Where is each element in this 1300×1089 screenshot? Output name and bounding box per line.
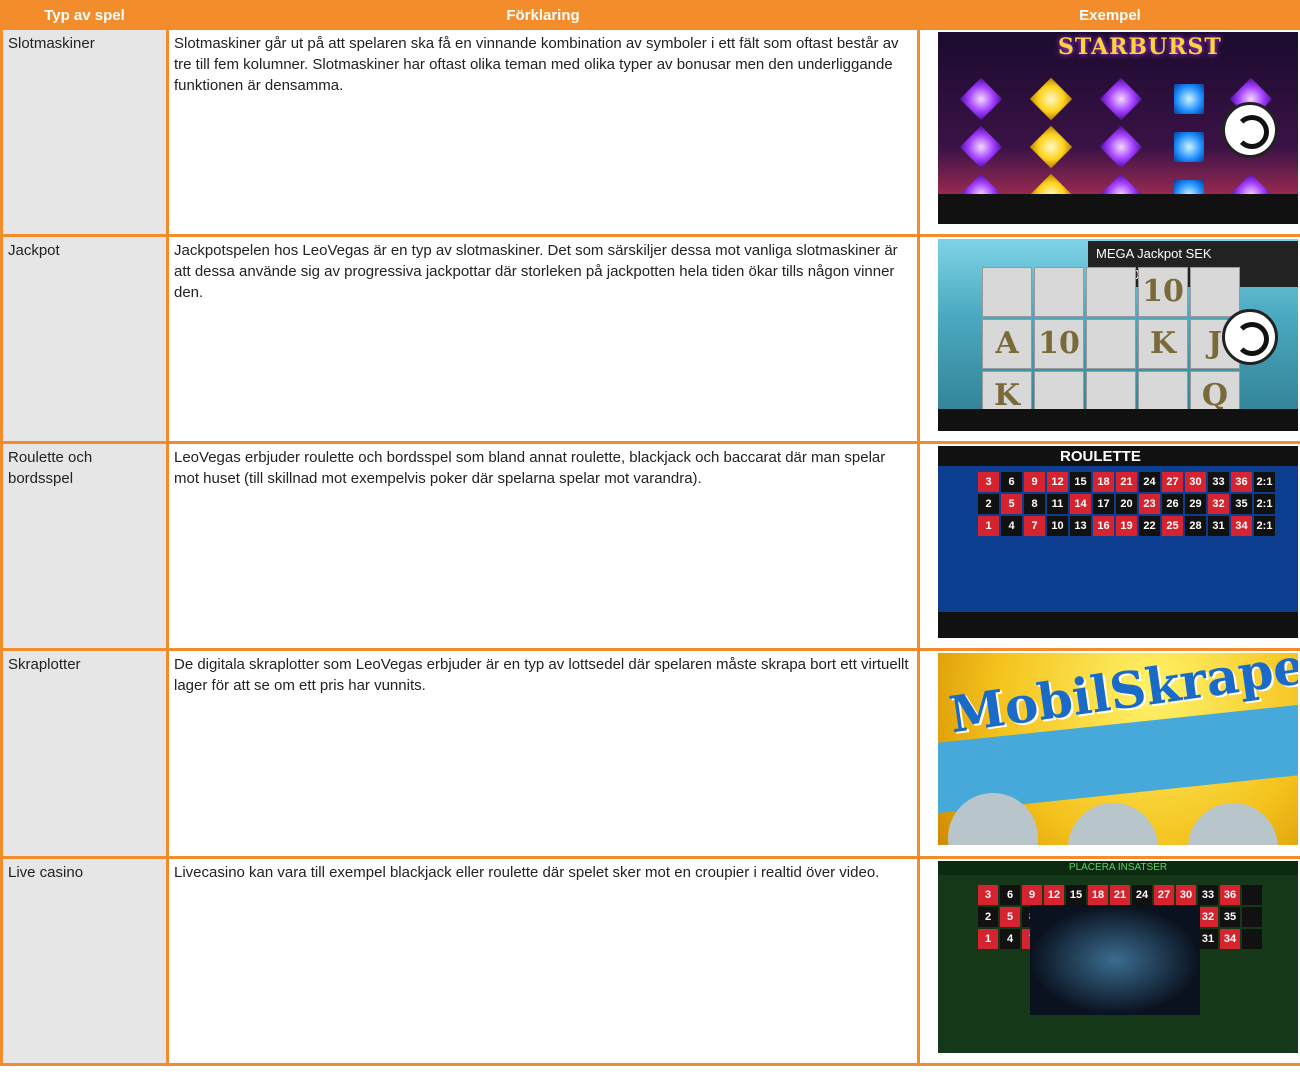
roulette-grid: 3 6 9 12 15 18 21 24 27 30 33 36 2:1 2 5 8 11 14 17 20 23 26…	[978, 472, 1275, 536]
scratch-card-screenshot: MobilSkrapet	[938, 653, 1298, 845]
table-row: Roulette och bordsspel LeoVegas erbjuder…	[0, 441, 1300, 651]
header-type: Typ av spel	[0, 0, 169, 30]
header-example: Exempel	[917, 0, 1300, 30]
game-type-cell: Slotmaskiner	[0, 27, 169, 237]
game-types-table: Typ av spel Förklaring Exempel Slotmaski…	[0, 0, 1300, 1066]
explanation-cell: LeoVegas erbjuder roulette och bordsspel…	[166, 441, 920, 651]
game-type-cell: Live casino	[0, 856, 169, 1066]
spin-icon	[1222, 309, 1278, 365]
explanation-cell: De digitala skraplotter som LeoVegas erb…	[166, 648, 920, 859]
game-type-cell: Skraplotter	[0, 648, 169, 859]
explanation-cell: Slotmaskiner går ut på att spelaren ska …	[166, 27, 920, 237]
live-banner: PLACERA INSATSER	[938, 861, 1298, 875]
table-row: Skraplotter De digitala skraplotter som …	[0, 648, 1300, 859]
example-cell: MEGA Jackpot SEK 4.670.090,44 10 A10KJ K…	[917, 234, 1300, 444]
game-type-cell: Jackpot	[0, 234, 169, 444]
roulette-title: ROULETTE	[1060, 448, 1141, 465]
header-explanation: Förklaring	[166, 0, 920, 30]
example-cell: PLACERA INSATSER 3 6 9 12 15 18 21 24 27 30 33 36 2…	[917, 856, 1300, 1066]
mega-jackpot-screenshot: MEGA Jackpot SEK 4.670.090,44 10 A10KJ K…	[938, 239, 1298, 431]
spin-icon	[1222, 102, 1278, 158]
starburst-screenshot: STARBURST	[938, 32, 1298, 224]
game-status-bar	[938, 194, 1298, 224]
starburst-logo: STARBURST	[1058, 34, 1222, 60]
table-header-row: Typ av spel Förklaring Exempel	[0, 0, 1300, 30]
example-cell: ROULETTE 3 6 9 12 15 18 21 24 27 30 33 36 2:1 2 5 8 11 1…	[917, 441, 1300, 651]
explanation-cell: Jackpotspelen hos LeoVegas är en typ av …	[166, 234, 920, 444]
example-cell: STARBURST	[917, 27, 1300, 237]
table-row: Jackpot Jackpotspelen hos LeoVegas är en…	[0, 234, 1300, 444]
example-cell: MobilSkrapet	[917, 648, 1300, 859]
table-row: Slotmaskiner Slotmaskiner går ut på att …	[0, 27, 1300, 237]
table-row: Live casino Livecasino kan vara till exe…	[0, 856, 1300, 1066]
live-roulette-screenshot: PLACERA INSATSER 3 6 9 12 15 18 21 24 27 30 33 36 2…	[938, 861, 1298, 1053]
roulette-screenshot: ROULETTE 3 6 9 12 15 18 21 24 27 30 33 36 2:1 2 5 8 11 1…	[938, 446, 1298, 638]
game-status-bar	[938, 409, 1298, 431]
explanation-cell: Livecasino kan vara till exempel blackja…	[166, 856, 920, 1066]
croupier-video	[1030, 905, 1200, 1015]
game-type-cell: Roulette och bordsspel	[0, 441, 169, 651]
